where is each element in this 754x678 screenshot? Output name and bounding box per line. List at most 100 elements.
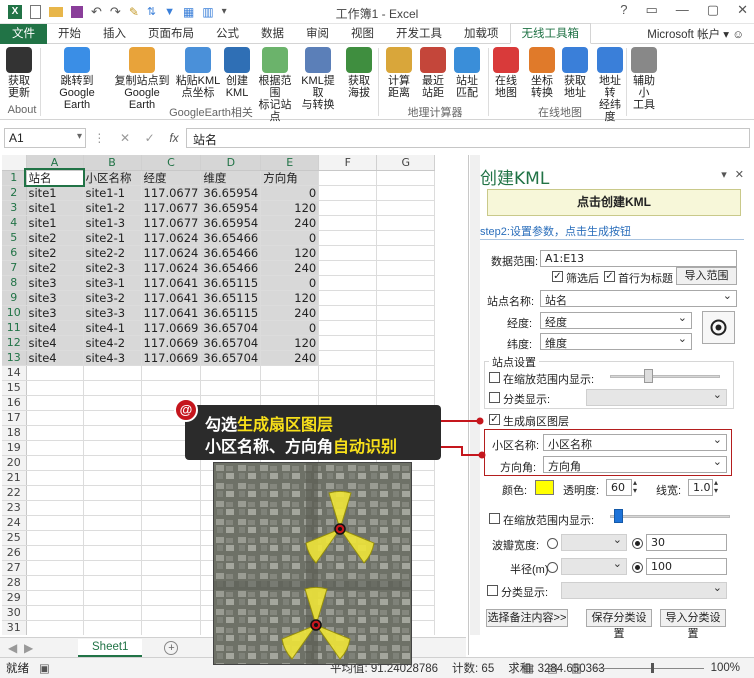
radius-radio-fixed[interactable] [632,562,643,573]
account-menu[interactable]: Microsoft 帐户 ▾ ☺ [647,26,754,42]
cell[interactable]: 36.65115 [200,275,262,291]
cell[interactable] [141,500,202,516]
row-header[interactable]: 4 [2,215,27,231]
tab-file[interactable]: 文件 [0,23,47,44]
cell[interactable] [26,485,84,501]
copy-site-google-earth-button[interactable]: 复制站点到 Google Earth [112,47,172,111]
azimuth-select[interactable]: 方向角 [543,455,727,473]
name-box[interactable]: A1 [4,128,86,148]
row-header[interactable]: 24 [2,515,27,531]
page-break-view-icon[interactable]: ▥ [571,661,582,675]
header-row-checkbox[interactable]: ✓ [604,271,615,282]
qat-more-icon[interactable]: ▾ [222,6,227,17]
cell[interactable]: 36.65954 [200,200,262,216]
cell[interactable]: 0 [260,230,320,246]
tab-home[interactable]: 开始 [47,24,92,44]
cell[interactable]: 120 [260,245,320,261]
row-header[interactable]: 29 [2,590,27,606]
cell[interactable] [26,440,84,456]
linewidth-spinner[interactable]: ▴ ▾ [714,479,718,495]
get-address-button[interactable]: 获取 地址 [562,47,588,99]
ribbon-display-button[interactable]: ▭ [646,2,658,18]
cell[interactable]: 36.65954 [200,185,262,201]
cell[interactable]: 117.0669 [141,350,202,366]
category-show-checkbox[interactable] [489,392,500,403]
cell[interactable]: 36.65704 [200,320,262,336]
tab-wireless-toolbox[interactable]: 无线工具箱 [509,23,591,44]
radius-category-select[interactable] [561,557,627,575]
row-header[interactable]: 27 [2,560,27,576]
row-header[interactable]: 28 [2,575,27,591]
macro-record-icon[interactable]: ▣ [39,661,50,675]
cell[interactable] [141,545,202,561]
cell[interactable] [318,230,378,246]
cell[interactable] [318,350,378,366]
cell[interactable] [318,275,378,291]
beam-width-radio-category[interactable] [547,538,558,549]
cell[interactable]: 117.0677 [141,215,202,231]
cell[interactable]: 方向角 [260,170,320,186]
normal-view-icon[interactable]: ▦ [523,661,534,675]
cell[interactable] [83,455,142,471]
site-name-select[interactable]: 站名 [540,289,737,307]
cell[interactable] [141,380,202,396]
sector-category-select[interactable] [561,581,727,599]
sector-show-in-range-checkbox[interactable] [489,513,500,524]
row-header[interactable]: 23 [2,500,27,516]
cell[interactable] [260,365,320,381]
cell[interactable]: site4-2 [83,335,142,351]
cell[interactable] [26,590,84,606]
cell[interactable] [376,215,436,231]
cell[interactable]: site3-3 [83,305,142,321]
insert-function-icon[interactable]: fx [169,131,178,145]
cell[interactable] [141,365,202,381]
column-header[interactable]: D [200,155,262,171]
get-update-button[interactable]: 获取 更新 [4,47,34,99]
cell[interactable] [376,245,436,261]
column-header[interactable]: B [83,155,142,171]
cell[interactable] [141,575,202,591]
cell[interactable]: 36.65466 [200,260,262,276]
row-header[interactable]: 31 [2,620,27,635]
cell[interactable]: site2 [26,230,84,246]
cell[interactable] [141,470,202,486]
cell[interactable] [83,515,142,531]
cell[interactable]: site3-1 [83,275,142,291]
nearest-distance-button[interactable]: 最近 站距 [420,47,446,99]
cell[interactable] [376,260,436,276]
zoom-slider[interactable] [594,668,704,669]
beam-width-input[interactable]: 30 [646,534,727,551]
cell[interactable]: site1-2 [83,200,142,216]
row-header[interactable]: 3 [2,200,27,216]
cell[interactable] [83,530,142,546]
undo-icon[interactable]: ↶ [91,4,102,20]
cell[interactable] [141,605,202,621]
cell[interactable]: site1 [26,185,84,201]
cell[interactable]: 117.0624 [141,230,202,246]
cell[interactable]: site4-3 [83,350,142,366]
row-header[interactable]: 7 [2,260,27,276]
tab-review[interactable]: 审阅 [295,24,340,44]
cell[interactable]: 117.0677 [141,185,202,201]
cell[interactable]: site4-1 [83,320,142,336]
cell[interactable] [376,170,436,186]
cell[interactable] [318,305,378,321]
cell[interactable] [26,575,84,591]
row-header[interactable]: 18 [2,425,27,441]
cell[interactable] [83,590,142,606]
format-painter-icon[interactable]: ✎ [129,5,139,19]
cell[interactable]: 36.65115 [200,305,262,321]
cancel-icon[interactable]: ✕ [120,131,130,145]
cell[interactable] [83,425,142,441]
sector-range-slider-thumb[interactable] [614,509,623,523]
cell[interactable] [83,485,142,501]
cell[interactable]: 0 [260,320,320,336]
site-range-slider-thumb[interactable] [644,369,653,383]
cell[interactable] [376,200,436,216]
paste-kml-coords-button[interactable]: 粘贴KML 点坐标 [174,47,222,99]
row-header[interactable]: 11 [2,320,27,336]
tab-page-layout[interactable]: 页面布局 [137,24,205,44]
cell[interactable]: 120 [260,335,320,351]
cell[interactable] [83,620,142,635]
cell[interactable] [83,470,142,486]
